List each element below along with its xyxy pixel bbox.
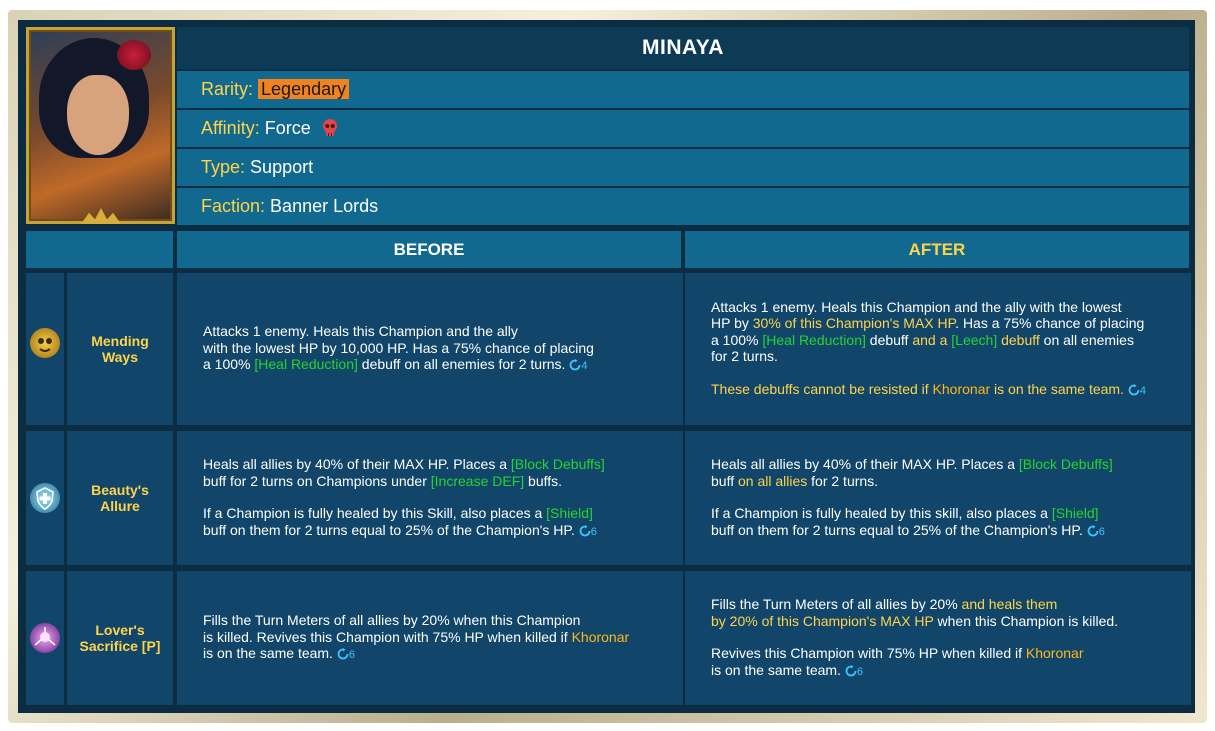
skill-name: Beauty's Allure	[67, 431, 173, 565]
skill-after-description: Fills the Turn Meters of all allies by 2…	[685, 571, 1191, 705]
skill-name-line2: Sacrifice [P]	[79, 638, 161, 654]
skill-icon-cell	[26, 431, 64, 565]
skill-icon-cell	[26, 571, 64, 705]
skill-name-line1: Beauty's	[91, 482, 149, 498]
cooldown-icon	[1128, 383, 1140, 396]
skill-name-line2: Allure	[100, 498, 140, 514]
after-header: AFTER	[685, 231, 1189, 268]
type-row: Type: Support	[177, 149, 1189, 186]
cooldown-icon	[845, 664, 857, 676]
rarity-badge: Legendary	[258, 79, 350, 99]
champion-name: MINAYA	[177, 27, 1189, 69]
skill-before-description: Fills the Turn Meters of all allies by 2…	[177, 571, 683, 705]
faction-value: Banner Lords	[270, 196, 379, 216]
champion-portrait	[26, 27, 175, 224]
affinity-row: Affinity: Force	[177, 110, 1189, 147]
shield-cross-icon	[30, 483, 60, 513]
skill-after-description: Attacks 1 enemy. Heals this Champion and…	[685, 273, 1191, 425]
cooldown: 6	[337, 648, 355, 661]
cooldown-icon	[579, 524, 591, 536]
header-spacer	[26, 231, 173, 268]
skill-name-line2: Ways	[101, 349, 139, 365]
faction-label: Faction:	[201, 196, 266, 216]
skill-before-description: Heals all allies by 40% of their MAX HP.…	[177, 431, 683, 565]
type-label: Type:	[201, 157, 246, 177]
cooldown: 6	[1087, 524, 1105, 538]
cooldown: 6	[579, 524, 597, 538]
skill-name: Lover's Sacrifice [P]	[67, 571, 173, 705]
cooldown-icon	[1087, 524, 1099, 536]
type-value: Support	[250, 157, 314, 177]
sacrifice-hand-icon	[30, 623, 60, 653]
skill-name: Mending Ways	[67, 273, 173, 425]
skill-before-description: Attacks 1 enemy. Heals this Champion and…	[177, 273, 683, 425]
skill-after-description: Heals all allies by 40% of their MAX HP.…	[685, 431, 1191, 565]
skill-name-line1: Lover's	[95, 622, 145, 638]
faction-row: Faction: Banner Lords	[177, 188, 1189, 225]
golden-mask-icon	[30, 328, 60, 358]
affinity-value: Force	[264, 118, 311, 138]
affinity-label: Affinity:	[201, 118, 260, 138]
cooldown: 4	[1128, 383, 1146, 397]
before-header: BEFORE	[177, 231, 681, 268]
rarity-row: Rarity: Legendary	[177, 71, 1189, 108]
cooldown-icon	[569, 359, 581, 371]
skull-icon	[320, 114, 340, 136]
skill-icon-cell	[26, 273, 64, 425]
cooldown: 6	[845, 664, 863, 678]
skill-name-line1: Mending	[91, 333, 149, 349]
keyword-heal-reduction: [Heal Reduction]	[254, 356, 358, 373]
cooldown: 4	[569, 359, 587, 372]
cooldown-icon	[337, 648, 349, 660]
rarity-label: Rarity:	[201, 79, 254, 99]
